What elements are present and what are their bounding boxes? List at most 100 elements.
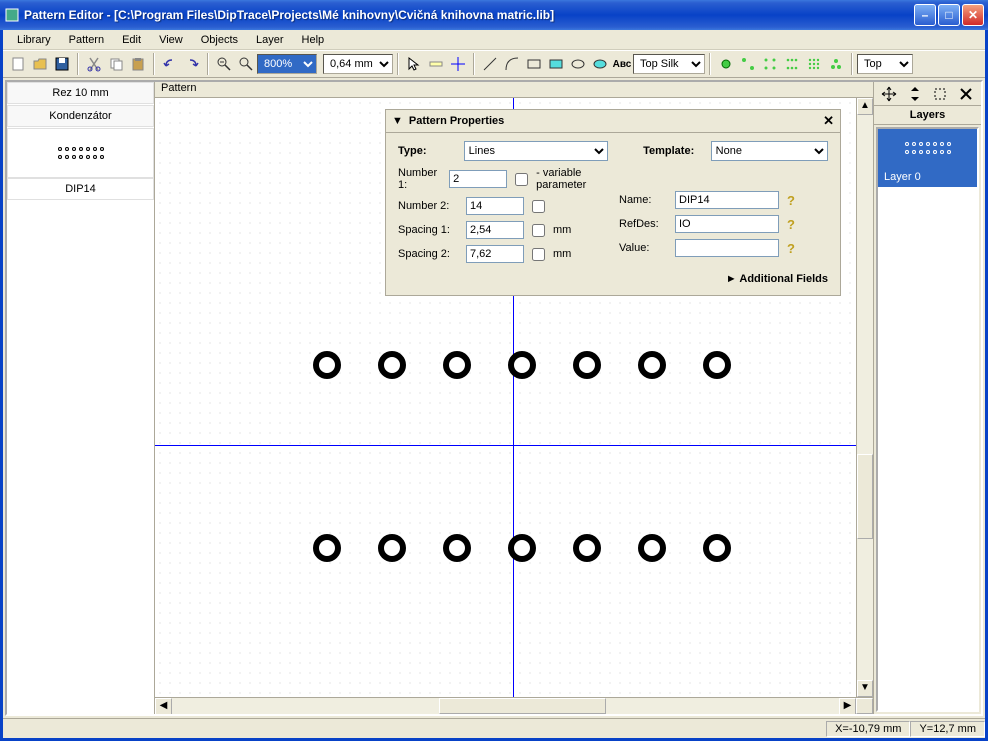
list-item-rez[interactable]: Rez 10 mm	[7, 82, 154, 104]
spacing1-checkbox[interactable]	[532, 224, 545, 237]
save-button[interactable]	[51, 53, 73, 75]
pad-grid-button[interactable]	[803, 53, 825, 75]
minimize-button[interactable]: –	[914, 4, 936, 26]
number1-checkbox[interactable]	[515, 173, 528, 186]
pad-array2-button[interactable]	[759, 53, 781, 75]
rect-button[interactable]	[523, 53, 545, 75]
pad[interactable]	[378, 534, 406, 562]
text-button[interactable]: Авс	[611, 53, 633, 75]
pad[interactable]	[703, 351, 731, 379]
type-label: Type:	[398, 145, 456, 157]
pad-custom-button[interactable]	[825, 53, 847, 75]
menu-layer[interactable]: Layer	[248, 32, 292, 48]
variable-param-label: - variable parameter	[536, 167, 607, 191]
scroll-down-button[interactable]: ▼	[857, 680, 873, 697]
pad[interactable]	[638, 351, 666, 379]
menu-library[interactable]: Library	[9, 32, 59, 48]
crop-icon[interactable]	[930, 84, 950, 104]
pad[interactable]	[378, 351, 406, 379]
pad[interactable]	[313, 351, 341, 379]
type-select[interactable]: Lines	[464, 141, 608, 161]
pad-array1-button[interactable]	[737, 53, 759, 75]
help-icon[interactable]: ?	[787, 241, 795, 256]
maximize-button[interactable]: □	[938, 4, 960, 26]
spacing1-input[interactable]	[466, 221, 524, 239]
pad[interactable]	[508, 534, 536, 562]
copy-button[interactable]	[105, 53, 127, 75]
menu-help[interactable]: Help	[294, 32, 333, 48]
pad[interactable]	[508, 351, 536, 379]
scroll-thumb[interactable]	[857, 454, 873, 539]
rect-fill-button[interactable]	[545, 53, 567, 75]
close-button[interactable]: ✕	[962, 4, 984, 26]
pad-row-bottom	[313, 534, 731, 562]
help-icon[interactable]: ?	[787, 193, 795, 208]
scroll-thumb[interactable]	[439, 698, 606, 714]
close-icon[interactable]	[956, 84, 976, 104]
horizontal-scrollbar[interactable]: ◀ ▶	[155, 697, 873, 714]
zoom-in-button[interactable]	[235, 53, 257, 75]
template-select[interactable]: None	[711, 141, 828, 161]
pad[interactable]	[638, 534, 666, 562]
layer-item-0[interactable]: Layer 0	[878, 167, 977, 187]
grid-combo[interactable]: 0,64 mm	[323, 54, 393, 74]
menu-edit[interactable]: Edit	[114, 32, 149, 48]
refdes-input[interactable]	[675, 215, 779, 233]
pad-array3-button[interactable]	[781, 53, 803, 75]
pad[interactable]	[313, 534, 341, 562]
ellipse-button[interactable]	[567, 53, 589, 75]
name-input[interactable]	[675, 191, 779, 209]
statusbar: X=-10,79 mm Y=12,7 mm	[3, 718, 985, 738]
number2-checkbox[interactable]	[532, 200, 545, 213]
value-input[interactable]	[675, 239, 779, 257]
move-icon[interactable]	[879, 84, 899, 104]
measure-button[interactable]	[425, 53, 447, 75]
crosshair-horizontal	[155, 445, 856, 446]
redo-button[interactable]	[181, 53, 203, 75]
spacing2-checkbox[interactable]	[532, 248, 545, 261]
layer-item-preview[interactable]	[878, 129, 977, 167]
pad[interactable]	[703, 534, 731, 562]
canvas[interactable]: ▼ Pattern Properties ✕ Type: Lines Templ…	[155, 98, 856, 697]
menu-view[interactable]: View	[151, 32, 191, 48]
scroll-up-button[interactable]: ▲	[857, 98, 873, 115]
vertical-scrollbar[interactable]: ▲ ▼	[856, 98, 873, 697]
new-button[interactable]	[7, 53, 29, 75]
zoom-out-button[interactable]	[213, 53, 235, 75]
menu-objects[interactable]: Objects	[193, 32, 246, 48]
pad-single-button[interactable]	[715, 53, 737, 75]
arc-button[interactable]	[501, 53, 523, 75]
open-button[interactable]	[29, 53, 51, 75]
additional-fields-button[interactable]: ► Additional Fields	[398, 269, 828, 285]
cut-button[interactable]	[83, 53, 105, 75]
properties-close-button[interactable]: ✕	[823, 113, 834, 129]
zoom-combo[interactable]: 800%	[257, 54, 317, 74]
ellipse-fill-button[interactable]	[589, 53, 611, 75]
scroll-right-button[interactable]: ▶	[839, 698, 856, 715]
number2-input[interactable]	[466, 197, 524, 215]
pad[interactable]	[443, 351, 471, 379]
pad[interactable]	[443, 534, 471, 562]
paste-button[interactable]	[127, 53, 149, 75]
origin-button[interactable]	[447, 53, 469, 75]
collapse-icon[interactable]: ▼	[392, 115, 403, 127]
layer-combo[interactable]: Top Silk	[633, 54, 705, 74]
undo-button[interactable]	[159, 53, 181, 75]
mm-label: mm	[553, 224, 571, 236]
updown-icon[interactable]	[905, 84, 925, 104]
menu-pattern[interactable]: Pattern	[61, 32, 112, 48]
line-button[interactable]	[479, 53, 501, 75]
pointer-button[interactable]	[403, 53, 425, 75]
pad[interactable]	[573, 534, 601, 562]
spacing2-input[interactable]	[466, 245, 524, 263]
properties-panel: ▼ Pattern Properties ✕ Type: Lines Templ…	[385, 109, 841, 296]
pad-row-top	[313, 351, 731, 379]
number1-input[interactable]	[449, 170, 507, 188]
side-combo[interactable]: Top	[857, 54, 913, 74]
list-item-kondenzator[interactable]: Kondenzátor	[7, 105, 154, 127]
list-item-dip14[interactable]: DIP14	[7, 178, 154, 200]
pad[interactable]	[573, 351, 601, 379]
scroll-left-button[interactable]: ◀	[155, 698, 172, 715]
help-icon[interactable]: ?	[787, 217, 795, 232]
list-item-preview[interactable]	[7, 128, 154, 178]
